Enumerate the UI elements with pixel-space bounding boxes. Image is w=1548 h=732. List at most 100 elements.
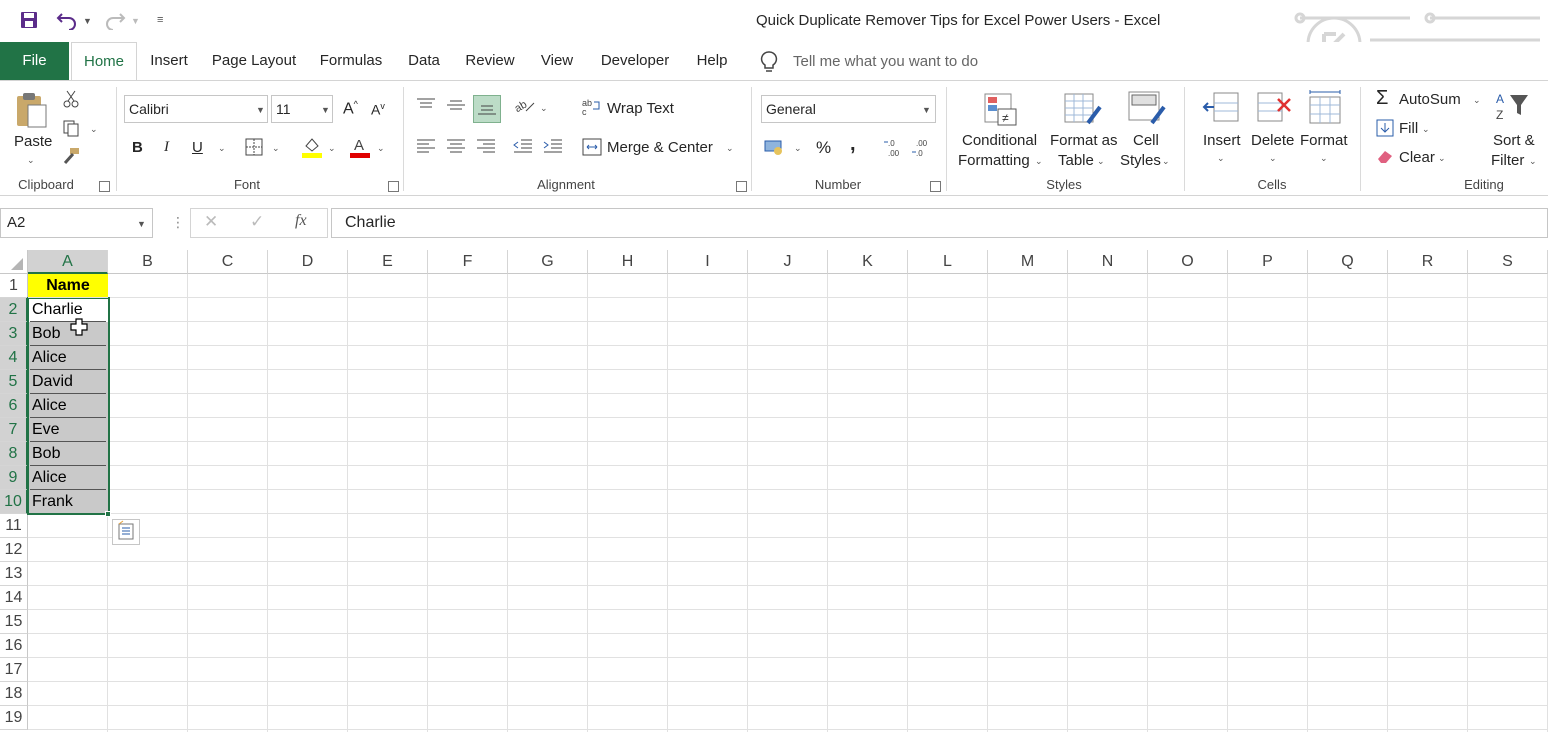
conditional-formatting-icon[interactable]: ≠ (984, 93, 1018, 127)
sort-filter-icon[interactable]: AZ (1494, 91, 1534, 125)
cell-a1-header[interactable]: Name (28, 274, 108, 298)
number-launcher-icon[interactable] (930, 181, 941, 192)
column-header-h[interactable]: H (588, 250, 668, 274)
cell-a3[interactable]: Bob (28, 322, 108, 346)
column-header-c[interactable]: C (188, 250, 268, 274)
row-header-15[interactable]: 15 (0, 610, 28, 634)
insert-function-button[interactable]: fx (295, 212, 307, 230)
increase-decimal-icon[interactable]: .0.00 (884, 138, 906, 158)
tell-me-input[interactable]: Tell me what you want to do (793, 53, 978, 70)
number-format-select[interactable]: General (761, 95, 936, 123)
cell-styles-icon[interactable] (1128, 91, 1166, 127)
format-as-table-icon[interactable] (1064, 93, 1102, 127)
decrease-indent-icon[interactable] (513, 137, 533, 153)
borders-dropdown-icon[interactable]: ⌄ (272, 143, 280, 154)
redo-icon[interactable] (104, 10, 126, 30)
conditional-formatting-button[interactable]: Conditional (962, 132, 1037, 149)
autosum-icon[interactable]: Σ (1376, 87, 1388, 110)
italic-button[interactable]: I (164, 139, 169, 156)
column-header-r[interactable]: R (1388, 250, 1468, 274)
paste-dropdown-icon[interactable]: ⌄ (27, 155, 35, 166)
column-header-m[interactable]: M (988, 250, 1068, 274)
format-cells-icon[interactable] (1306, 89, 1344, 125)
tab-developer[interactable]: Developer (590, 42, 680, 80)
cut-icon[interactable] (62, 90, 80, 108)
fill-color-icon[interactable] (302, 136, 322, 158)
clear-dropdown-icon[interactable]: ⌄ (1438, 153, 1446, 164)
select-all-corner[interactable] (0, 250, 28, 274)
save-icon[interactable] (20, 11, 38, 29)
increase-indent-icon[interactable] (543, 137, 563, 153)
cancel-icon[interactable]: ✕ (204, 212, 218, 232)
format-dropdown-icon[interactable]: ⌄ (1320, 153, 1328, 164)
fill-icon[interactable] (1376, 119, 1394, 137)
wrap-text-button[interactable]: Wrap Text (607, 100, 674, 117)
tab-file[interactable]: File (0, 42, 69, 80)
format-painter-icon[interactable] (62, 147, 80, 165)
column-header-d[interactable]: D (268, 250, 348, 274)
merge-center-button[interactable]: Merge & Center (607, 139, 713, 156)
underline-dropdown-icon[interactable]: ⌄ (218, 143, 226, 154)
column-header-g[interactable]: G (508, 250, 588, 274)
fill-dropdown-icon[interactable]: ⌄ (1422, 124, 1430, 135)
name-box-dropdown-icon[interactable]: ▼ (137, 219, 146, 229)
merge-dropdown-icon[interactable]: ⌄ (726, 143, 734, 154)
bold-button[interactable]: B (132, 139, 143, 156)
insert-cells-button[interactable]: Insert (1203, 132, 1241, 149)
column-header-s[interactable]: S (1468, 250, 1548, 274)
column-header-f[interactable]: F (428, 250, 508, 274)
row-header-8[interactable]: 8 (0, 442, 28, 466)
cell-a6[interactable]: Alice (28, 394, 108, 418)
borders-icon[interactable] (245, 138, 263, 156)
tab-review[interactable]: Review (456, 42, 524, 80)
font-launcher-icon[interactable] (388, 181, 399, 192)
font-name-dropdown-icon[interactable]: ▼ (256, 105, 265, 115)
alignment-launcher-icon[interactable] (736, 181, 747, 192)
cell-a10[interactable]: Frank (28, 490, 108, 514)
format-as-table-button[interactable]: Format as (1050, 132, 1118, 149)
row-header-6[interactable]: 6 (0, 394, 28, 418)
clear-button[interactable]: Clear (1399, 149, 1435, 166)
copy-icon[interactable] (62, 119, 80, 137)
accounting-dropdown-icon[interactable]: ⌄ (794, 143, 802, 154)
eraser-icon[interactable] (1376, 148, 1394, 164)
decrease-decimal-icon[interactable]: .00.0 (912, 138, 934, 158)
cell-a2[interactable]: Charlie (28, 298, 108, 322)
fill-button[interactable]: Fill (1399, 120, 1418, 137)
row-header-1[interactable]: 1 (0, 274, 28, 298)
row-header-10[interactable]: 10 (0, 490, 28, 514)
column-header-j[interactable]: J (748, 250, 828, 274)
tab-page-layout[interactable]: Page Layout (203, 42, 305, 80)
tab-data[interactable]: Data (398, 42, 450, 80)
font-size-dropdown-icon[interactable]: ▼ (321, 105, 330, 115)
row-header-9[interactable]: 9 (0, 466, 28, 490)
row-header-19[interactable]: 19 (0, 706, 28, 730)
increase-font-icon[interactable]: A^ (343, 99, 358, 118)
name-box[interactable]: A2 (0, 208, 153, 238)
row-header-4[interactable]: 4 (0, 346, 28, 370)
sort-filter-dropdown-icon[interactable]: ⌄ (1529, 156, 1537, 167)
wrap-text-icon[interactable]: ab c (582, 97, 602, 115)
cell-a8[interactable]: Bob (28, 442, 108, 466)
column-header-q[interactable]: Q (1308, 250, 1388, 274)
delete-dropdown-icon[interactable]: ⌄ (1269, 153, 1277, 164)
tab-view[interactable]: View (530, 42, 584, 80)
delete-cells-button[interactable]: Delete (1251, 132, 1294, 149)
column-header-n[interactable]: N (1068, 250, 1148, 274)
row-header-12[interactable]: 12 (0, 538, 28, 562)
column-header-i[interactable]: I (668, 250, 748, 274)
customize-toolbar-icon[interactable]: ≡ (157, 14, 163, 26)
column-header-l[interactable]: L (908, 250, 988, 274)
percent-style-button[interactable]: % (816, 138, 831, 158)
row-header-17[interactable]: 17 (0, 658, 28, 682)
font-color-dropdown-icon[interactable]: ⌄ (377, 143, 385, 154)
align-center-icon[interactable] (446, 137, 466, 153)
font-name-select[interactable]: Calibri (124, 95, 268, 123)
autosum-dropdown-icon[interactable]: ⌄ (1473, 95, 1481, 106)
align-left-icon[interactable] (416, 137, 436, 153)
column-header-p[interactable]: P (1228, 250, 1308, 274)
cell-styles-button[interactable]: Cell (1133, 132, 1159, 149)
row-header-3[interactable]: 3 (0, 322, 28, 346)
row-header-14[interactable]: 14 (0, 586, 28, 610)
tab-help[interactable]: Help (686, 42, 738, 80)
